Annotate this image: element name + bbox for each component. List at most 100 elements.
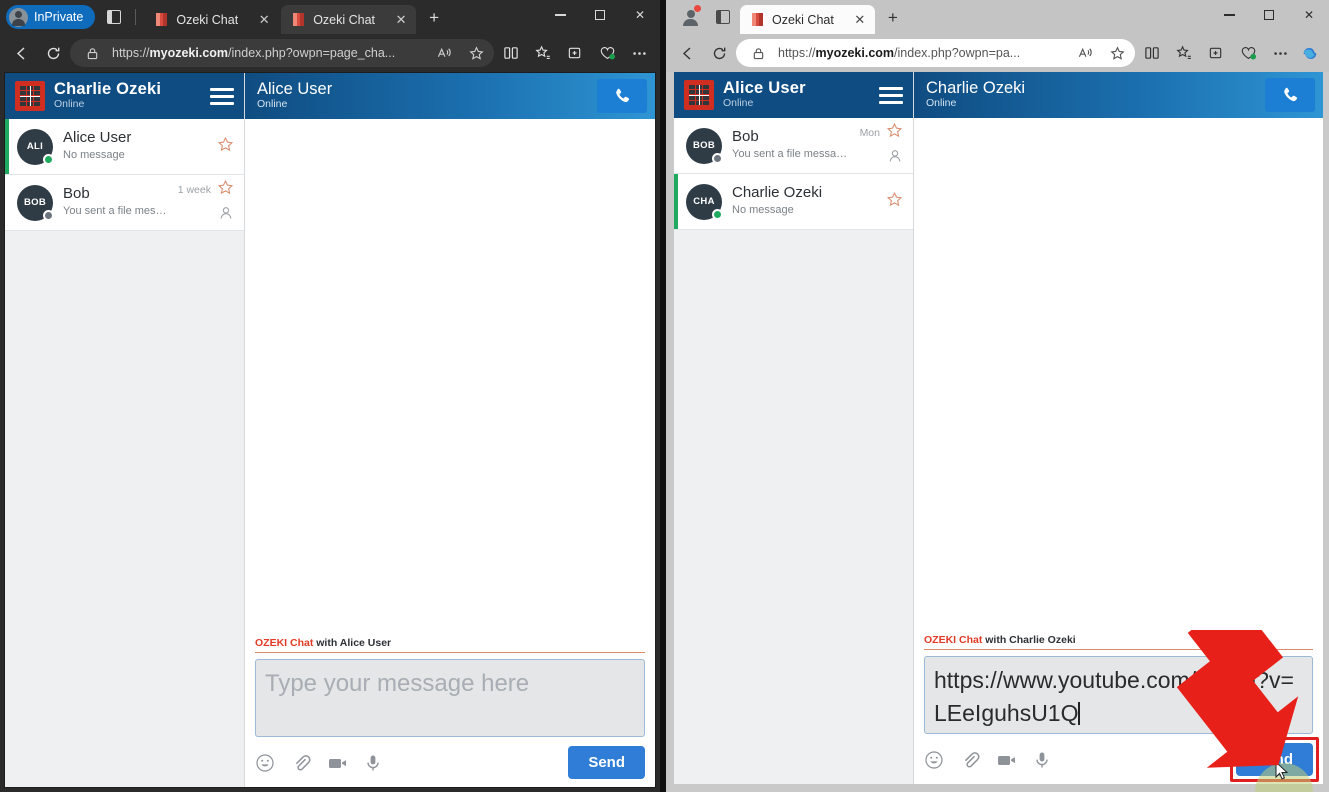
star-icon[interactable] xyxy=(464,41,488,65)
ozeki-chat-app-right: Alice User Online BOB Bob You sent a fil xyxy=(674,72,1323,792)
send-button[interactable]: Send xyxy=(568,746,645,779)
hamburger-icon[interactable] xyxy=(210,87,234,105)
split-screen-icon[interactable] xyxy=(496,39,526,67)
composer-right: OZEKI Chat with Charlie Ozeki https://ww… xyxy=(914,630,1323,792)
collections-icon[interactable] xyxy=(560,39,590,67)
chat-header-right: Charlie Ozeki Online xyxy=(914,72,1323,118)
toolbar-left: https://myozeki.com/index.php?owpn=page_… xyxy=(0,34,660,72)
collections-icon[interactable] xyxy=(1201,39,1231,67)
maximize-button[interactable] xyxy=(580,0,620,30)
chat-messages-area-left xyxy=(245,119,655,633)
message-input[interactable]: https://www.youtube.com/watch?v=LEeIguhs… xyxy=(924,656,1313,734)
browser-tab-1-close-icon[interactable]: ✕ xyxy=(255,11,273,29)
star-icon[interactable] xyxy=(1105,41,1129,65)
avatar: BOB xyxy=(17,184,54,221)
video-icon[interactable] xyxy=(996,750,1016,770)
composer-label-rest: with Alice User xyxy=(313,637,392,649)
text-caret xyxy=(1078,701,1080,725)
browser-tab-1[interactable]: Ozeki Chat ✕ xyxy=(144,5,279,34)
ellipsis-icon[interactable] xyxy=(624,39,654,67)
browser-tab-1[interactable]: Ozeki Chat ✕ xyxy=(740,5,875,34)
close-window-button[interactable]: ✕ xyxy=(1289,0,1329,30)
contact-name: Alice User xyxy=(63,129,132,147)
attachment-icon[interactable] xyxy=(960,750,980,770)
composer-label: OZEKI Chat with Charlie Ozeki xyxy=(924,634,1313,650)
tab-actions-icon[interactable] xyxy=(99,4,129,30)
ozeki-brand-label: OZEKI Chat xyxy=(924,634,983,646)
avatar: ALI xyxy=(17,128,54,165)
star-icon[interactable] xyxy=(886,122,903,144)
contact-row-alice-user[interactable]: ALI Alice User No message xyxy=(5,119,244,175)
contact-row-bob[interactable]: BOB Bob You sent a file message. Mon xyxy=(674,118,913,174)
current-user-name: Alice User xyxy=(723,78,806,97)
back-arrow-icon[interactable] xyxy=(6,39,36,67)
message-input[interactable]: Type your message here xyxy=(255,659,645,737)
profile-alert-dot xyxy=(694,5,701,12)
avatar-initials: ALI xyxy=(26,141,44,152)
browser-tab-2-title: Ozeki Chat xyxy=(313,12,376,27)
avatar: BOB xyxy=(686,127,723,164)
avatar-initials: BOB xyxy=(692,140,715,151)
contacts-header-right: Alice User Online xyxy=(674,72,913,118)
current-user-status: Online xyxy=(723,96,754,109)
microphone-icon[interactable] xyxy=(363,753,383,773)
read-aloud-icon[interactable] xyxy=(432,41,456,65)
composer-label-rest: with Charlie Ozeki xyxy=(982,634,1076,646)
ozeki-chat-app-left: Charlie Ozeki Online ALI Alice User No m xyxy=(4,72,656,788)
contact-profile-icon[interactable] xyxy=(887,148,903,169)
read-aloud-icon[interactable] xyxy=(1073,41,1097,65)
hamburger-icon[interactable] xyxy=(879,86,903,104)
new-tab-button[interactable]: + xyxy=(880,5,906,31)
presence-indicator-offline xyxy=(712,152,723,164)
browser-tab-1-close-icon[interactable]: ✕ xyxy=(851,11,869,29)
contact-profile-icon[interactable] xyxy=(218,205,234,226)
contacts-list-right: BOB Bob You sent a file message. Mon CHA… xyxy=(674,118,913,784)
star-icon[interactable] xyxy=(217,136,234,158)
favorites-icon[interactable] xyxy=(1169,39,1199,67)
address-bar[interactable]: https://myozeki.com/index.php?owpn=pa... xyxy=(736,39,1135,67)
new-tab-button[interactable]: + xyxy=(421,5,447,31)
video-icon[interactable] xyxy=(327,753,347,773)
favorites-icon[interactable] xyxy=(528,39,558,67)
browser-tab-2[interactable]: Ozeki Chat ✕ xyxy=(281,5,417,34)
star-icon[interactable] xyxy=(217,179,234,201)
contact-row-charlie-ozeki[interactable]: CHA Charlie Ozeki No message xyxy=(674,174,913,230)
close-window-button[interactable]: ✕ xyxy=(620,0,660,30)
phone-icon[interactable] xyxy=(597,79,647,113)
maximize-button[interactable] xyxy=(1249,0,1289,30)
emoji-icon[interactable] xyxy=(255,753,275,773)
toolbar-right: https://myozeki.com/index.php?owpn=pa... xyxy=(666,34,1329,72)
browser-essentials-icon[interactable] xyxy=(592,39,622,67)
attachment-icon[interactable] xyxy=(291,753,311,773)
current-user-name: Charlie Ozeki xyxy=(54,79,162,98)
inprivate-badge[interactable]: InPrivate xyxy=(6,5,96,29)
browser-tab-2-close-icon[interactable]: ✕ xyxy=(392,11,410,29)
browser-essentials-icon[interactable] xyxy=(1233,39,1263,67)
contact-preview: No message xyxy=(732,204,794,217)
copilot-icon[interactable] xyxy=(1297,40,1323,66)
split-screen-icon[interactable] xyxy=(1137,39,1167,67)
chat-partner-name: Charlie Ozeki xyxy=(926,78,1026,97)
phone-icon[interactable] xyxy=(1265,78,1315,112)
minimize-button[interactable] xyxy=(540,0,580,30)
ellipsis-icon[interactable] xyxy=(1265,39,1295,67)
lock-icon xyxy=(746,41,770,65)
tab-actions-icon[interactable] xyxy=(708,4,738,30)
emoji-icon[interactable] xyxy=(924,750,944,770)
address-bar[interactable]: https://myozeki.com/index.php?owpn=page_… xyxy=(70,39,494,67)
contact-time: Mon xyxy=(859,127,880,139)
back-arrow-icon[interactable] xyxy=(672,39,702,67)
send-button[interactable]: Send xyxy=(1236,743,1313,776)
refresh-icon[interactable] xyxy=(704,39,734,67)
contact-name: Bob xyxy=(732,128,759,146)
star-icon[interactable] xyxy=(886,191,903,213)
minimize-button[interactable] xyxy=(1209,0,1249,30)
composer-left: OZEKI Chat with Alice User Type your mes… xyxy=(245,633,655,787)
avatar: CHA xyxy=(686,183,723,220)
profile-avatar-icon[interactable] xyxy=(676,4,704,30)
composer-tools-left: Send xyxy=(255,737,645,779)
contact-row-bob[interactable]: BOB Bob You sent a file message. 1 week xyxy=(5,175,244,231)
refresh-icon[interactable] xyxy=(38,39,68,67)
ozeki-favicon xyxy=(154,12,169,27)
microphone-icon[interactable] xyxy=(1032,750,1052,770)
